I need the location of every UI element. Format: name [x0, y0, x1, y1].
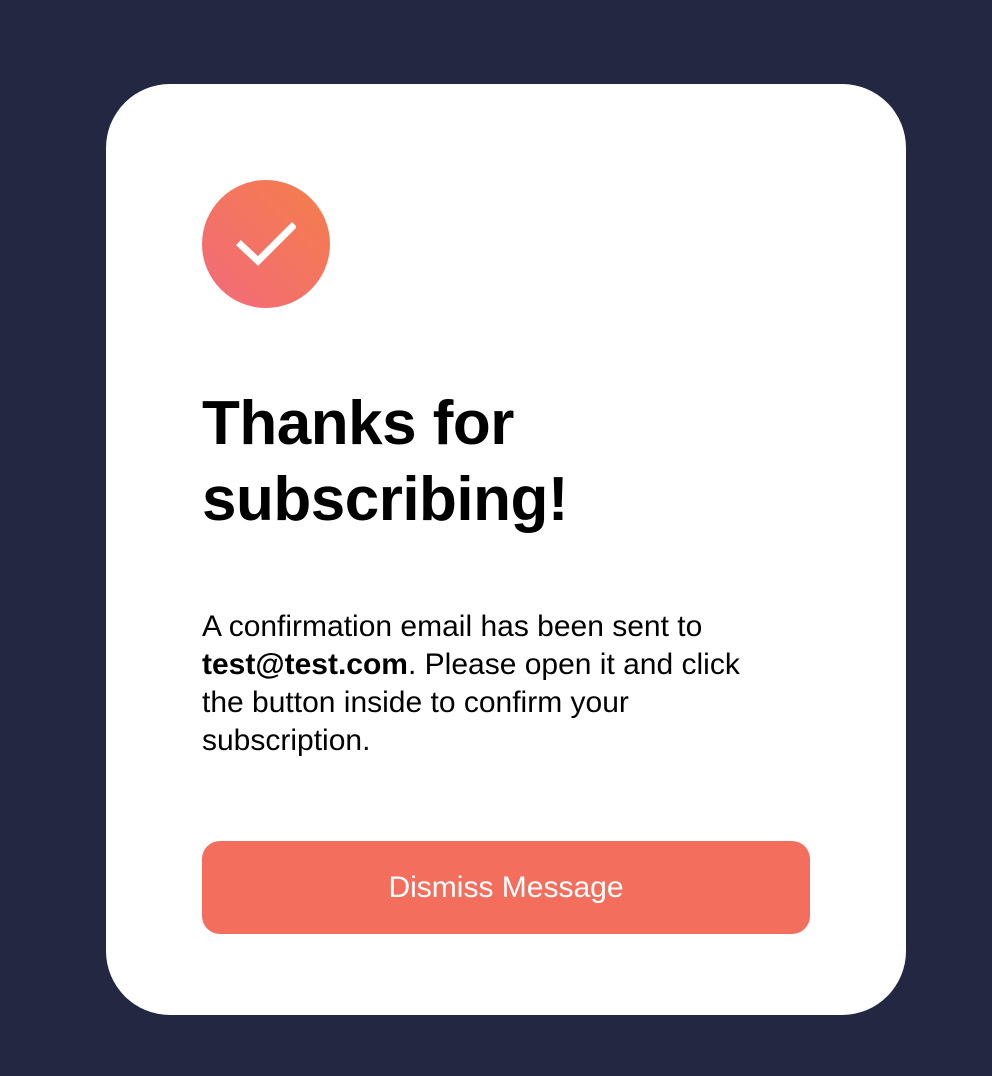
confirmation-message: A confirmation email has been sent to te…	[202, 608, 782, 760]
success-badge	[202, 180, 330, 308]
success-title: Thanks for subscribing!	[202, 389, 569, 534]
message-prefix: A confirmation email has been sent to	[202, 610, 703, 643]
dismiss-message-button[interactable]: Dismiss Message	[202, 841, 810, 934]
subscriber-email: test@test.com	[202, 648, 408, 681]
success-card: Thanks for subscribing! A confirmation e…	[106, 84, 906, 1015]
checkmark-icon	[236, 222, 296, 266]
